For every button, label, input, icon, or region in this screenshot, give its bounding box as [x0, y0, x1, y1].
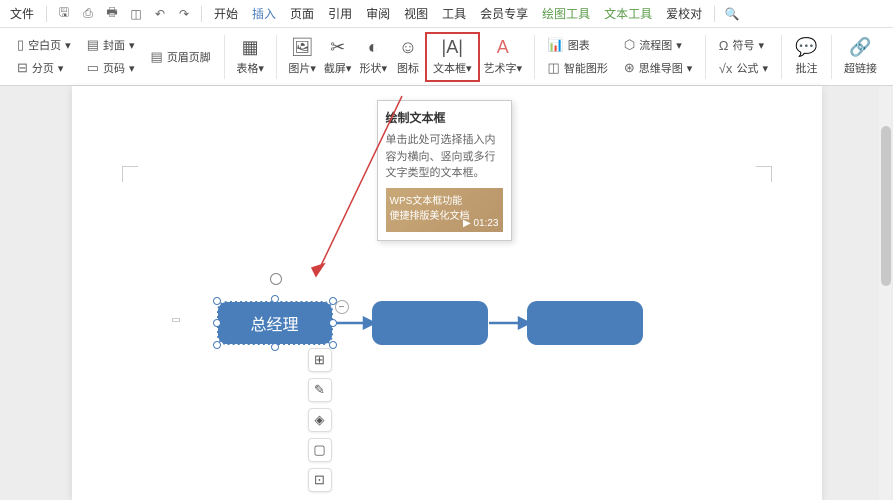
undo-icon[interactable]: ↶	[149, 3, 171, 25]
print-preview-icon[interactable]: ⎙	[77, 3, 99, 25]
layout-options-button[interactable]: ⊞	[308, 348, 332, 372]
tab-insert[interactable]: 插入	[246, 1, 282, 26]
tab-member[interactable]: 会员专享	[474, 1, 534, 26]
shape-float-toolbar: ⊞ ✎ ◈ ▢ ⊡	[308, 348, 332, 492]
tab-text-tools[interactable]: 文本工具	[598, 1, 658, 26]
canvas-area: 绘制文本框 单击此处可选择插入内容为横向、竖向或多行文字类型的文本框。 WPS文…	[0, 86, 893, 500]
resize-handle[interactable]	[213, 319, 221, 327]
annotation-arrow	[310, 86, 410, 286]
pagenum-button[interactable]: ▭页码▾	[82, 57, 140, 79]
resize-handle[interactable]	[329, 319, 337, 327]
resize-handle[interactable]	[271, 343, 279, 351]
cover-icon: ▤	[87, 37, 99, 53]
tab-proofread[interactable]: 爱校对	[660, 1, 708, 26]
screenshot-icon: ✂	[330, 38, 345, 58]
icon-gallery-icon: ☺	[399, 38, 417, 58]
file-menu[interactable]: 文件	[4, 2, 40, 25]
comment-icon: 💬	[795, 38, 817, 58]
connector-arrow-1[interactable]	[334, 316, 374, 330]
tab-review[interactable]: 审阅	[360, 1, 396, 26]
wordart-button[interactable]: A艺术字▾	[480, 36, 527, 78]
paragraph-mark	[172, 318, 180, 322]
table-icon: ▦	[242, 38, 259, 58]
print-icon[interactable]: 🖶	[101, 3, 123, 25]
resize-handle[interactable]	[213, 341, 221, 349]
tab-page[interactable]: 页面	[284, 1, 320, 26]
chart-button[interactable]: 📊图表	[543, 34, 613, 56]
smartart-button[interactable]: ◫智能图形	[543, 57, 613, 79]
preview-icon[interactable]: ◫	[125, 3, 147, 25]
section-break-button[interactable]: ⊟分页▾	[12, 57, 76, 79]
margin-corner-tr	[756, 166, 772, 182]
ribbon: ▯空白页▾ ⊟分页▾ ▤封面▾ ▭页码▾ ▤页眉页脚 ▦表格▾ 🖼图片▾ ✂截屏…	[0, 28, 893, 86]
wordart-icon: A	[497, 38, 509, 58]
mindmap-button[interactable]: ⊛思维导图▾	[619, 57, 697, 79]
shape-fill-button[interactable]: ▢	[308, 438, 332, 462]
tab-drawing-tools[interactable]: 绘图工具	[536, 1, 596, 26]
header-footer-button[interactable]: ▤页眉页脚	[146, 46, 216, 68]
edit-shape-button[interactable]: ✎	[308, 378, 332, 402]
redo-icon[interactable]: ↷	[173, 3, 195, 25]
textbox-button[interactable]: |A|文本框▾	[429, 36, 476, 78]
tab-start[interactable]: 开始	[208, 1, 244, 26]
pagenum-icon: ▭	[87, 60, 99, 76]
resize-handle[interactable]	[271, 295, 279, 303]
header-footer-icon: ▤	[151, 49, 163, 65]
symbol-button[interactable]: Ω符号▾	[714, 34, 773, 56]
margin-corner-tl	[122, 166, 138, 182]
save-icon[interactable]: 🖫	[53, 3, 75, 25]
screenshot-button[interactable]: ✂截屏▾	[320, 36, 356, 78]
formula-icon: √x	[719, 61, 733, 76]
blank-page-icon: ▯	[17, 37, 24, 53]
menu-bar: 文件 🖫 ⎙ 🖶 ◫ ↶ ↷ 开始 插入 页面 引用 审阅 视图 工具 会员专享…	[0, 0, 893, 28]
search-icon[interactable]: 🔍	[721, 3, 743, 25]
tab-tools[interactable]: 工具	[436, 1, 472, 26]
shape-style-button[interactable]: ◈	[308, 408, 332, 432]
table-button[interactable]: ▦表格▾	[232, 36, 268, 78]
comment-button[interactable]: 💬批注	[789, 36, 823, 78]
chart-icon: 📊	[548, 37, 564, 53]
flowchart-shape-3[interactable]	[527, 301, 643, 345]
rotate-handle[interactable]	[270, 273, 282, 285]
connector-arrow-2[interactable]	[489, 316, 529, 330]
picture-button[interactable]: 🖼图片▾	[284, 36, 320, 78]
shapes-icon: ◐	[368, 38, 379, 58]
flowchart-button[interactable]: ⬡流程图▾	[619, 34, 697, 56]
shape-more-button[interactable]: ⊡	[308, 468, 332, 492]
section-icon: ⊟	[17, 60, 28, 76]
smartart-icon: ◫	[548, 60, 560, 76]
document-page[interactable]: 绘制文本框 单击此处可选择插入内容为横向、竖向或多行文字类型的文本框。 WPS文…	[72, 86, 822, 500]
flowchart-icon: ⬡	[624, 37, 635, 53]
tab-reference[interactable]: 引用	[322, 1, 358, 26]
tab-view[interactable]: 视图	[398, 1, 434, 26]
textbox-icon: |A|	[442, 38, 463, 58]
flowchart-shape-1[interactable]: 总经理	[217, 301, 333, 345]
icons-button[interactable]: ☺图标	[391, 36, 425, 78]
picture-icon: 🖼	[291, 38, 314, 58]
flowchart-shape-2[interactable]	[372, 301, 488, 345]
hyperlink-button[interactable]: 🔗超链接	[840, 36, 881, 78]
play-time: ▶ 01:23	[463, 218, 499, 229]
mindmap-icon: ⊛	[624, 60, 635, 76]
formula-button[interactable]: √x公式▾	[714, 57, 773, 79]
shapes-button[interactable]: ◐形状▾	[355, 36, 391, 78]
blank-page-button[interactable]: ▯空白页▾	[12, 34, 76, 56]
resize-handle[interactable]	[213, 297, 221, 305]
scrollbar-thumb[interactable]	[881, 126, 891, 286]
hyperlink-icon: 🔗	[849, 38, 871, 58]
add-connector-button[interactable]: −	[335, 300, 349, 314]
cover-button[interactable]: ▤封面▾	[82, 34, 140, 56]
symbol-icon: Ω	[719, 38, 729, 53]
